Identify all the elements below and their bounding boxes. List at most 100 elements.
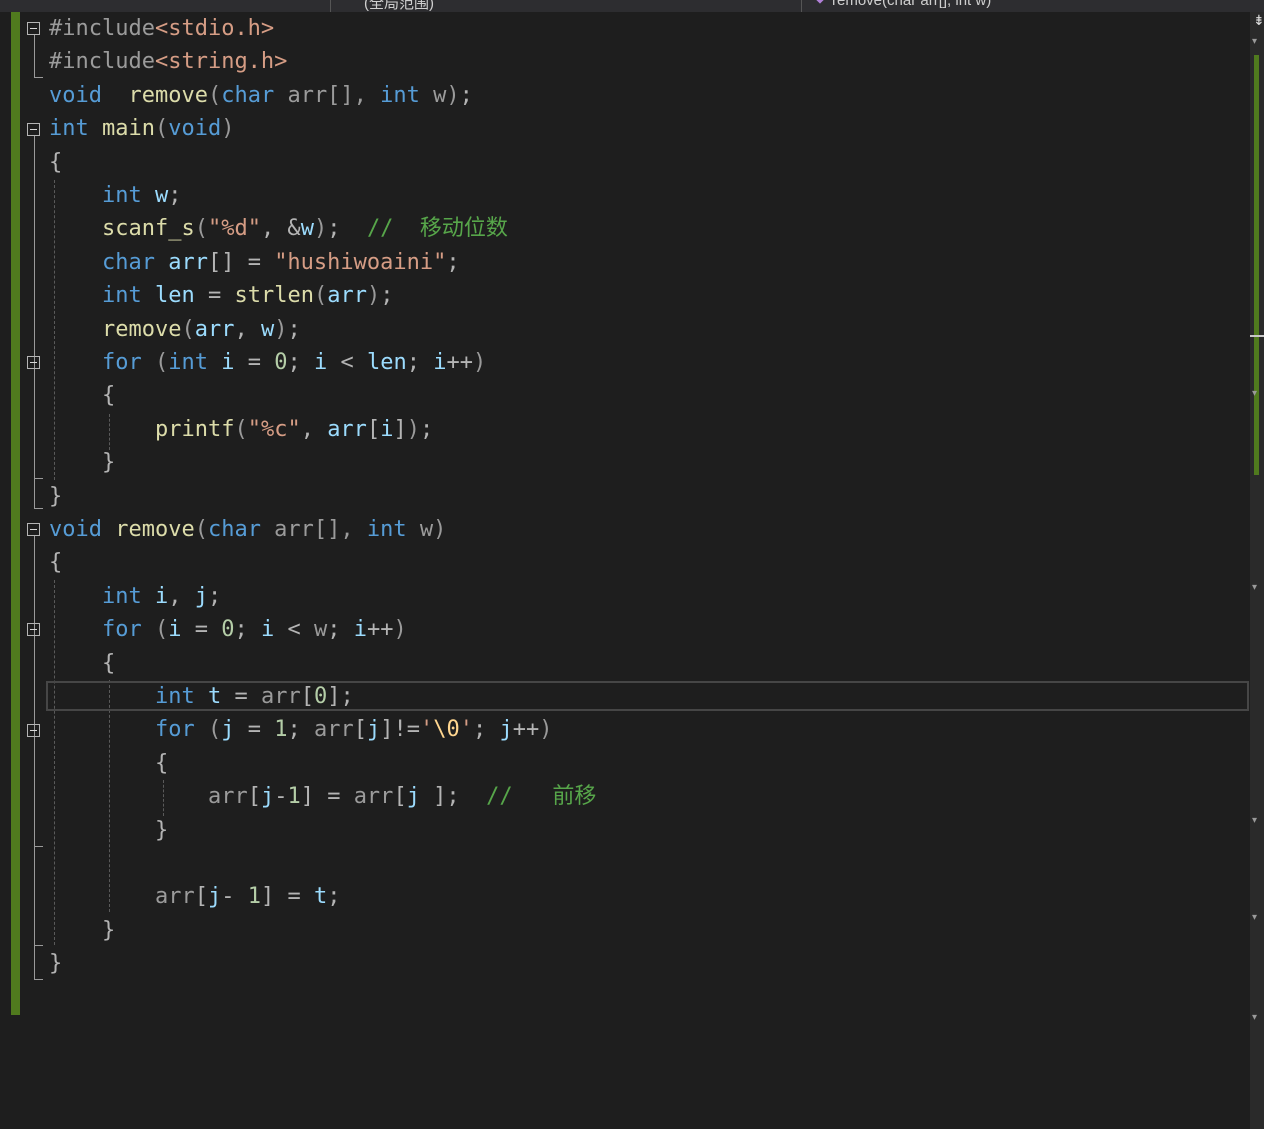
code-token: ': [459, 717, 473, 743]
code-token: int: [101, 183, 142, 208]
split-window-icon[interactable]: ⇟: [1253, 13, 1264, 29]
code-text: {: [49, 747, 168, 780]
code-token: arr: [207, 784, 248, 810]
code-token: scanf_s: [101, 216, 195, 242]
code-token: ): [366, 283, 381, 309]
code-token: 0: [221, 617, 235, 643]
scroll-marker-icon: ▾: [1252, 388, 1258, 399]
code-line[interactable]: }: [0, 814, 1250, 847]
code-line[interactable]: {: [0, 546, 1250, 579]
code-text: }: [49, 480, 62, 513]
scope-dropdown[interactable]: (全局范围) ▾: [336, 0, 802, 12]
code-token: j: [260, 784, 275, 810]
code-line[interactable]: int main(void): [0, 112, 1250, 145]
code-line[interactable]: arr[j- 1] = t;: [0, 880, 1250, 913]
code-line[interactable]: printf("%c", arr[i]);: [0, 413, 1250, 446]
code-line[interactable]: for (j = 1; arr[j]!='\0'; j++): [0, 713, 1250, 746]
navigation-bar: ▾ (全局范围) ▾ remove(char arr[], int w): [0, 0, 1264, 12]
code-line[interactable]: scanf_s("%d", &w); // 移动位数: [0, 212, 1250, 245]
code-line[interactable]: char arr[] = "hushiwoaini";: [0, 246, 1250, 279]
code-token: int: [168, 350, 208, 375]
code-line[interactable]: [0, 847, 1250, 880]
code-token: w: [419, 82, 447, 108]
code-token: arr: [353, 784, 394, 810]
code-token: <: [274, 617, 314, 643]
code-token: void: [49, 517, 102, 542]
code-token: w: [260, 316, 275, 342]
code-line[interactable]: remove(arr, w);: [0, 313, 1250, 346]
code-token: <stdio.h>: [154, 16, 275, 41]
code-text: #include<string.h>: [49, 45, 287, 78]
code-token: (: [194, 216, 208, 242]
code-line[interactable]: {: [0, 379, 1250, 412]
code-text: {: [49, 647, 115, 680]
code-text: for (j = 1; arr[j]!='\0'; j++): [49, 713, 553, 746]
code-line[interactable]: #include<string.h>: [0, 45, 1250, 78]
code-line[interactable]: {: [0, 647, 1250, 680]
code-token: ;: [380, 283, 394, 309]
code-line[interactable]: {: [0, 146, 1250, 179]
code-token: i: [380, 416, 394, 442]
code-line[interactable]: int w;: [0, 179, 1250, 212]
code-line[interactable]: arr[j-1] = arr[j ]; // 前移: [0, 780, 1250, 813]
code-token: i: [433, 350, 447, 375]
code-token: ;: [472, 717, 500, 743]
project-scope-dropdown[interactable]: ▾: [0, 0, 331, 12]
code-token: ): [433, 517, 447, 542]
code-line[interactable]: void remove(char arr[], int w): [0, 513, 1250, 546]
code-token: [: [300, 684, 314, 709]
code-line[interactable]: }: [0, 446, 1250, 479]
code-text: for (int i = 0; i < len; i++): [49, 346, 486, 379]
code-line[interactable]: int t = arr[0];: [0, 680, 1250, 713]
code-line[interactable]: }: [0, 914, 1250, 947]
code-token: // 前移: [486, 784, 597, 810]
code-line[interactable]: for (int i = 0; i < len; i++): [0, 346, 1250, 379]
code-text: }: [49, 446, 115, 479]
code-line[interactable]: #include<stdio.h>: [0, 12, 1250, 45]
code-line[interactable]: void remove(char arr[], int w);: [0, 79, 1250, 112]
code-text: int w;: [49, 179, 182, 212]
code-text: void remove(char arr[], int w);: [49, 79, 473, 112]
code-token: {: [49, 149, 63, 175]
code-token: =: [221, 684, 261, 709]
code-token: ] =: [300, 784, 354, 810]
scroll-marker-icon: ▾: [1252, 1012, 1258, 1023]
code-text: arr[j-1] = arr[j ]; // 前移: [49, 780, 596, 813]
code-token: ;: [327, 884, 341, 910]
code-line[interactable]: {: [0, 747, 1250, 780]
code-token: (: [154, 116, 169, 142]
code-token: {: [154, 750, 169, 776]
code-token: [: [366, 416, 381, 442]
code-token: arr: [260, 684, 301, 709]
member-dropdown[interactable]: remove(char arr[], int w): [808, 0, 1248, 12]
code-token: // 移动位数: [366, 216, 508, 242]
code-token: ;: [406, 350, 434, 375]
code-line[interactable]: }: [0, 480, 1250, 513]
code-token: ]: [393, 416, 407, 442]
code-line[interactable]: int i, j;: [0, 580, 1250, 613]
code-token: =: [234, 350, 275, 375]
code-token: }: [154, 817, 169, 843]
code-token: ;: [287, 717, 314, 743]
code-token: ): [472, 350, 487, 375]
code-line[interactable]: }: [0, 947, 1250, 980]
code-token: {: [49, 550, 63, 576]
code-token: for: [154, 717, 195, 743]
code-line[interactable]: int len = strlen(arr);: [0, 279, 1250, 312]
code-token: }: [49, 951, 63, 977]
code-token: [] =: [207, 249, 275, 275]
code-text: #include<stdio.h>: [49, 12, 274, 45]
scroll-marker-icon: ▾: [1252, 36, 1258, 47]
code-line[interactable]: for (i = 0; i < w; i++): [0, 613, 1250, 646]
code-token: (: [313, 283, 328, 309]
code-token: 1: [287, 784, 301, 810]
